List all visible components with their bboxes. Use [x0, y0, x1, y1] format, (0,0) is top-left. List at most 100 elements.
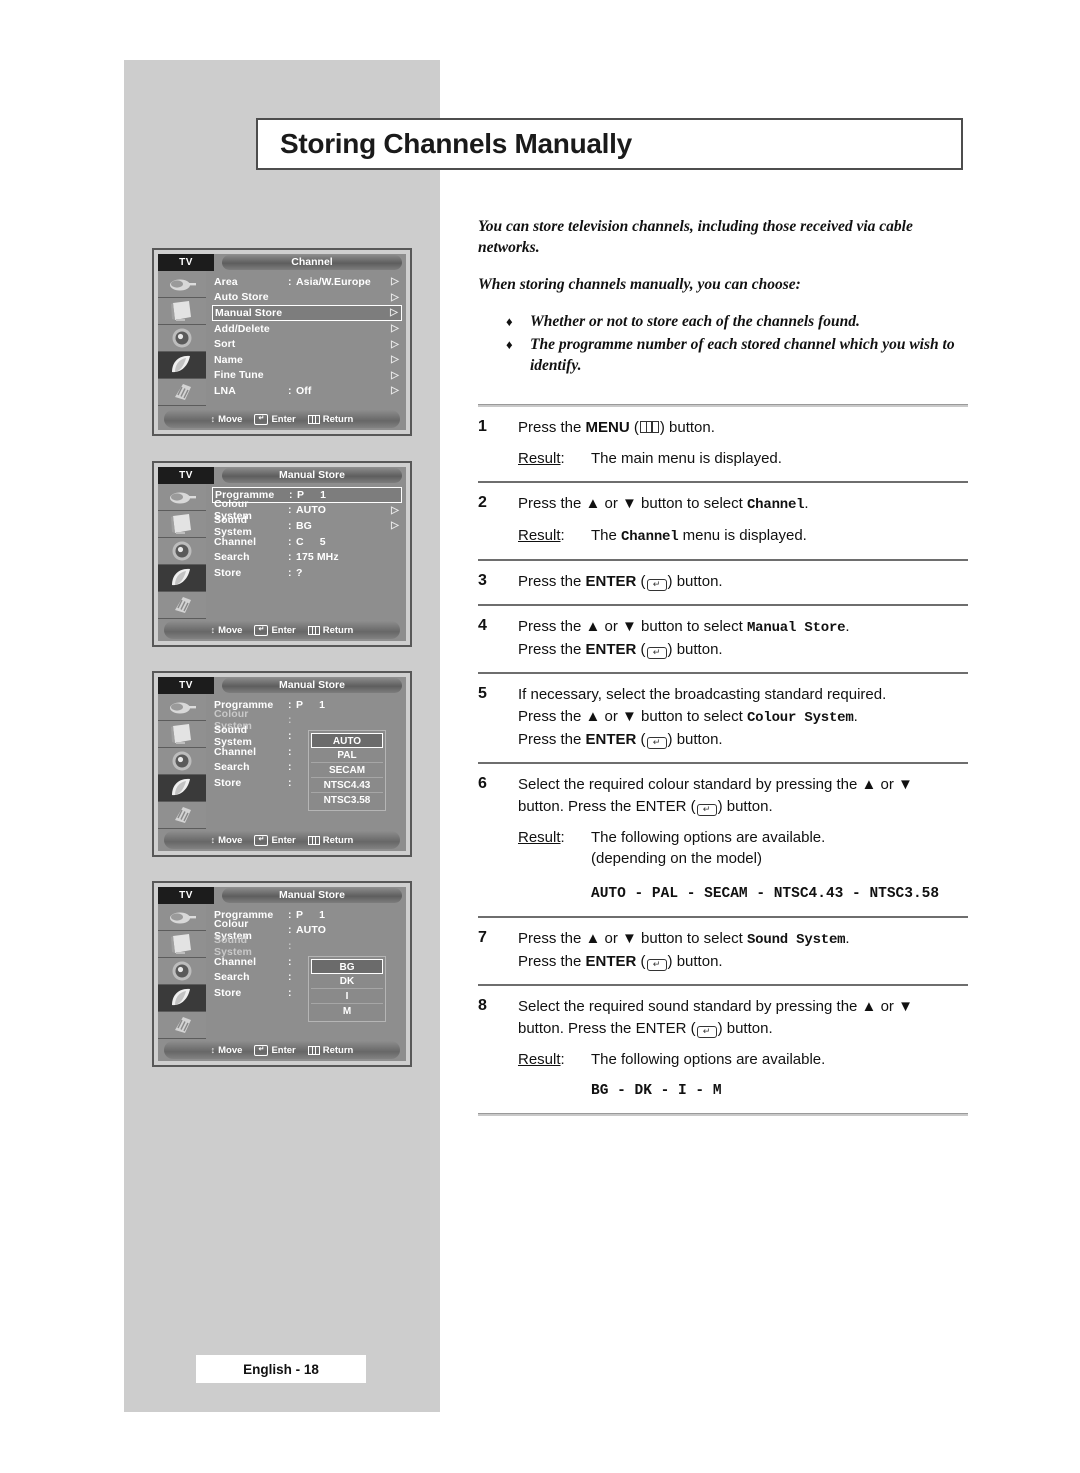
menu-icon	[307, 414, 320, 424]
osd-row-name[interactable]: Name ▷	[212, 352, 402, 368]
osd-header: TV Channel	[158, 254, 406, 271]
osd-header: TV Manual Store	[158, 887, 406, 904]
page-footer: English - 18	[196, 1355, 366, 1383]
osd-hint-return: Return	[307, 835, 353, 846]
step-line: Press the ENTER (↵) button.	[518, 731, 723, 749]
osd-dropdown[interactable]: AUTO PAL SECAM NTSC4.43 NTSC3.58	[308, 730, 386, 811]
osd-row-manual-store[interactable]: Manual Store ▷	[212, 305, 402, 321]
intro-paragraph-2: When storing channels manually, you can …	[478, 276, 801, 293]
osd-row-search[interactable]: Search:175 MHz	[212, 549, 402, 565]
osd-dropdown-option[interactable]: AUTO	[311, 733, 383, 748]
osd-row-value: AUTO	[296, 924, 326, 937]
input-source-icon[interactable]	[158, 484, 206, 511]
osd-panel-channel-menu: TV Channel Area: Asia/W.Europe ▷ Auto Store ▷ M…	[152, 248, 412, 436]
osd-row-value: AUTO	[296, 504, 326, 517]
sound-speaker-icon[interactable]	[158, 958, 206, 985]
osd-dropdown-option[interactable]: NTSC3.58	[311, 793, 383, 808]
channel-dish-icon[interactable]	[158, 775, 206, 802]
result-text: The following options are available.	[591, 1051, 826, 1068]
channel-dish-icon[interactable]	[158, 352, 206, 379]
osd-row-value: C5	[296, 535, 326, 548]
picture-tv-icon[interactable]	[158, 721, 206, 748]
step-number: 6	[478, 775, 487, 792]
osd-icon-rail	[158, 484, 206, 619]
intro-bullet-list: ♦ Whether or not to store each of the ch…	[478, 311, 968, 376]
osd-dropdown-option[interactable]: M	[311, 1004, 383, 1019]
result-text: The main menu is displayed.	[591, 450, 782, 467]
step-line: Press the ▲ or ▼ button to select Channe…	[518, 493, 968, 516]
step-mono-term: Manual Store	[746, 620, 846, 636]
setup-hand-icon[interactable]	[158, 379, 206, 406]
picture-tv-icon[interactable]	[158, 511, 206, 538]
osd-icon-rail	[158, 271, 206, 406]
colour-system-options: AUTO - PAL - SECAM - NTSC4.43 - NTSC3.58	[591, 886, 940, 902]
result-text: The Channel menu is displayed.	[591, 527, 807, 545]
osd-row-value: Off	[296, 384, 312, 397]
picture-tv-icon[interactable]	[158, 298, 206, 325]
osd-dropdown-option[interactable]: SECAM	[311, 763, 383, 778]
osd-dropdown-option[interactable]: PAL	[311, 748, 383, 763]
osd-row-label: Fine Tune	[214, 369, 264, 382]
sound-speaker-icon[interactable]	[158, 325, 206, 352]
osd-row-store[interactable]: Store:?	[212, 565, 402, 581]
input-source-icon[interactable]	[158, 694, 206, 721]
step-body: Select the required colour standard by p…	[518, 774, 968, 905]
osd-row-label: Auto Store	[214, 291, 269, 304]
step-list: 1 Press the MENU () button. Result: The …	[478, 407, 968, 1116]
osd-row-auto-store[interactable]: Auto Store ▷	[212, 290, 402, 306]
step-number: 5	[478, 685, 487, 702]
input-source-icon[interactable]	[158, 904, 206, 931]
enter-icon: ↵	[646, 737, 667, 749]
page-title-box: Storing Channels Manually	[256, 118, 963, 170]
enter-icon: ↵	[254, 624, 269, 636]
osd-hint-enter: ↵ Enter	[254, 834, 296, 846]
osd-menu-title: Manual Store	[222, 678, 402, 693]
osd-row-sort[interactable]: Sort ▷	[212, 336, 402, 352]
enter-icon: ↵	[254, 413, 269, 425]
osd-row-colon: :	[288, 551, 292, 564]
step-line: Press the ENTER (↵) button.	[518, 953, 723, 971]
setup-hand-icon[interactable]	[158, 802, 206, 829]
result-line-1: The following options are available.	[591, 829, 826, 846]
chevron-right-icon: ▷	[391, 338, 399, 350]
osd-dropdown-option[interactable]: NTSC4.43	[311, 778, 383, 793]
osd-dropdown-option[interactable]: BG	[311, 959, 383, 974]
chevron-right-icon: ▷	[391, 520, 399, 532]
chevron-right-icon: ▷	[391, 504, 399, 516]
chevron-right-icon: ▷	[391, 354, 399, 366]
chevron-right-icon: ▷	[391, 385, 399, 397]
step-line: Press the ▲ or ▼ button to select Colour…	[518, 708, 858, 726]
sound-speaker-icon[interactable]	[158, 538, 206, 565]
osd-tv-badge: TV	[158, 887, 214, 904]
osd-row-colon: :	[288, 955, 292, 968]
channel-dish-icon[interactable]	[158, 985, 206, 1012]
osd-dropdown-option[interactable]: I	[311, 989, 383, 1004]
osd-row-area[interactable]: Area: Asia/W.Europe ▷	[212, 274, 402, 290]
picture-tv-icon[interactable]	[158, 931, 206, 958]
osd-row-fine-tune[interactable]: Fine Tune ▷	[212, 368, 402, 384]
osd-row-label: Sort	[214, 338, 236, 351]
setup-hand-icon[interactable]	[158, 1012, 206, 1039]
step-1: 1 Press the MENU () button. Result: The …	[478, 407, 968, 481]
input-source-icon[interactable]	[158, 271, 206, 298]
osd-dropdown[interactable]: BG DK I M	[308, 956, 386, 1022]
enter-icon: ↵	[646, 647, 667, 659]
step-number: 2	[478, 494, 487, 511]
osd-row-colon: :	[288, 924, 292, 937]
osd-row-label: Name	[214, 353, 243, 366]
step-number: 7	[478, 929, 487, 946]
osd-row-add-delete[interactable]: Add/Delete ▷	[212, 321, 402, 337]
diamond-bullet-icon: ♦	[506, 314, 513, 329]
osd-row-sound-system[interactable]: Sound System: BG ▷	[212, 514, 402, 538]
up-down-arrows-icon: ↕	[210, 835, 216, 845]
osd-row-colon: :	[288, 698, 292, 711]
setup-hand-icon[interactable]	[158, 592, 206, 619]
sound-speaker-icon[interactable]	[158, 748, 206, 775]
osd-row-lna[interactable]: LNA: Off ▷	[212, 383, 402, 399]
osd-dropdown-option[interactable]: DK	[311, 974, 383, 989]
osd-row-channel[interactable]: Channel: C 5	[212, 534, 402, 550]
osd-row-value: ?	[296, 566, 303, 579]
channel-dish-icon[interactable]	[158, 565, 206, 592]
osd-row-sound-system[interactable]: Sound System:	[212, 934, 402, 958]
enter-icon: ↵	[254, 1044, 269, 1056]
